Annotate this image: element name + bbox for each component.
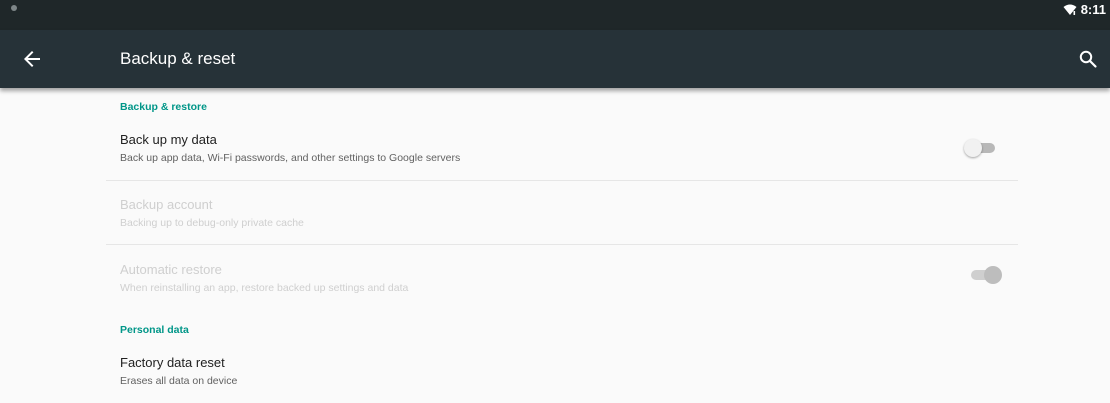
wifi-icon [1063, 4, 1077, 15]
clock: 8:11 [1080, 2, 1106, 17]
back-up-my-data-switch[interactable] [964, 138, 998, 158]
pref-summary: Back up app data, Wi-Fi passwords, and o… [120, 152, 461, 164]
section-header-backup-restore: Backup & restore [120, 101, 207, 113]
app-bar: Backup & reset [0, 30, 1110, 88]
pref-title: Automatic restore [120, 262, 222, 277]
pref-title: Backup account [120, 197, 213, 212]
page-title: Backup & reset [120, 49, 236, 68]
search-button[interactable] [1076, 47, 1100, 71]
arrow-back-icon [24, 51, 40, 67]
pref-automatic-restore: Automatic restore When reinstalling an a… [106, 262, 1018, 310]
status-icons: 8:11 [1063, 0, 1106, 30]
pref-backup-account: Backup account Backing up to debug-only … [106, 197, 1018, 245]
back-button[interactable] [20, 47, 44, 71]
pref-title: Factory data reset [120, 355, 225, 370]
pref-factory-data-reset[interactable]: Factory data reset Erases all data on de… [106, 355, 1018, 403]
automatic-restore-switch [968, 265, 1002, 285]
divider [106, 244, 1018, 245]
pref-summary: Erases all data on device [120, 375, 238, 387]
pref-title: Back up my data [120, 132, 217, 147]
pref-back-up-my-data[interactable]: Back up my data Back up app data, Wi-Fi … [106, 132, 1018, 180]
notification-dot-icon [11, 5, 17, 11]
search-icon [1079, 50, 1097, 68]
switch-thumb [964, 139, 982, 157]
switch-thumb [984, 266, 1002, 284]
pref-summary: Backing up to debug-only private cache [120, 217, 304, 229]
section-header-personal-data: Personal data [120, 324, 189, 336]
pref-summary: When reinstalling an app, restore backed… [120, 282, 409, 294]
divider [106, 180, 1018, 181]
status-bar: 8:11 [0, 0, 1110, 30]
